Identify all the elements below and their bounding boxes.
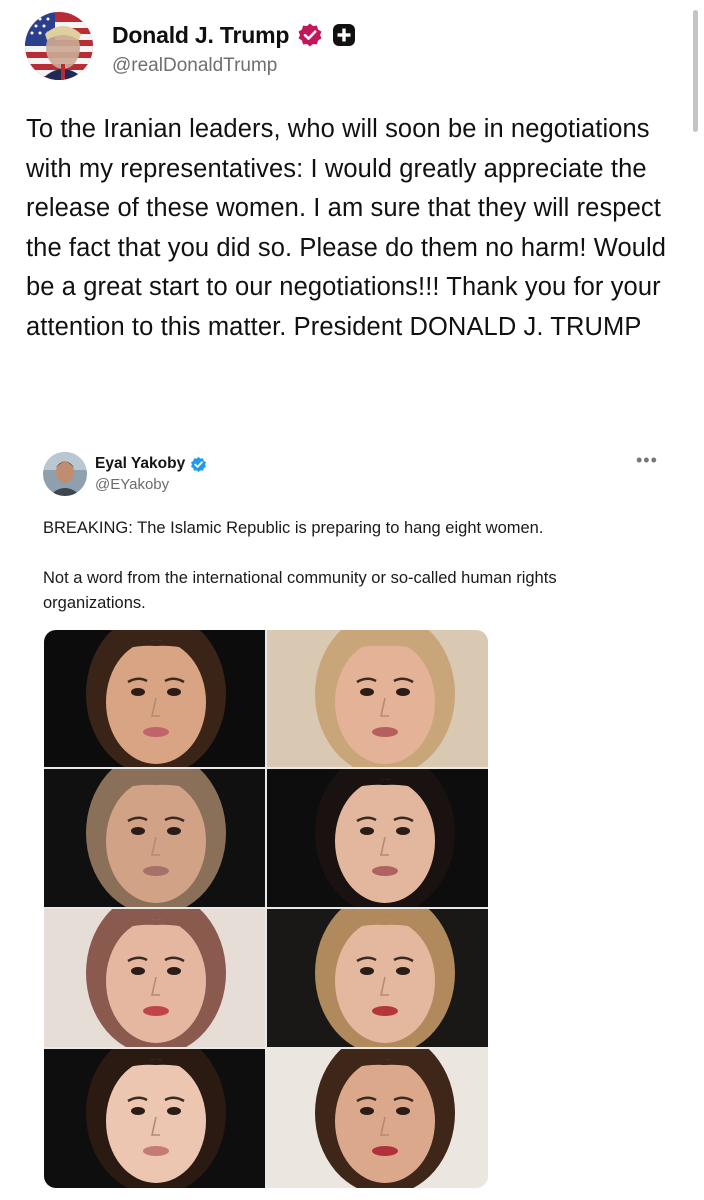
portrait-photo	[44, 630, 265, 767]
photo-grid	[44, 630, 488, 1188]
embedded-author-name-row: Eyal Yakoby	[95, 455, 207, 473]
scrollbar[interactable]	[693, 10, 698, 132]
embedded-text-breaking: BREAKING: The Islamic Republic is prepar…	[43, 519, 544, 537]
more-options-icon: •••	[636, 450, 658, 470]
portrait-photo	[44, 769, 265, 907]
blue-verified-badge-icon	[190, 456, 207, 473]
author-handle[interactable]: @realDonaldTrump	[112, 55, 277, 77]
embedded-author-handle: @EYakoby	[95, 476, 170, 493]
plus-badge-icon[interactable]	[331, 22, 357, 48]
author-avatar[interactable]	[25, 12, 93, 80]
post-text: To the Iranian leaders, who will soon be…	[26, 115, 667, 341]
author-name-row: Donald J. Trump	[112, 20, 357, 50]
verified-badge-icon[interactable]	[297, 22, 323, 48]
portrait-photo	[44, 909, 265, 1047]
embedded-author-avatar	[43, 452, 87, 496]
portrait-photo	[267, 1049, 488, 1188]
portrait-photo	[267, 630, 488, 767]
embedded-text-second-paragraph: Not a word from the international commun…	[43, 569, 557, 612]
portrait-photo	[267, 769, 488, 907]
portrait-photo	[44, 1049, 265, 1188]
embedded-author-name: Eyal Yakoby	[95, 455, 186, 472]
author-display-name[interactable]: Donald J. Trump	[112, 22, 289, 49]
portrait-photo	[267, 909, 488, 1047]
